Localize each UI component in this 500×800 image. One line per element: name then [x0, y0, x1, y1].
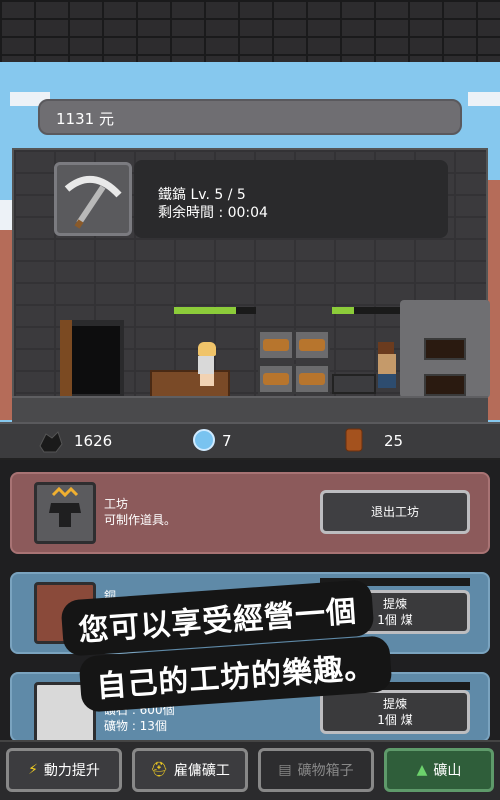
blacksmith[interactable] — [378, 342, 400, 388]
exit-workshop-button[interactable]: 退出工坊 — [320, 490, 470, 534]
ore-crate — [294, 330, 330, 360]
workshop-floor — [12, 396, 488, 422]
brick-ceiling — [0, 0, 500, 62]
pickaxe-icon — [64, 175, 122, 229]
tool-slot[interactable] — [54, 162, 132, 236]
refine-label: 提煉 — [382, 697, 407, 711]
coal-count: 1626 — [74, 432, 113, 450]
smith-progress-fill — [332, 307, 354, 314]
gem-count: 7 — [222, 432, 232, 450]
money-label: 1131 元 — [56, 110, 114, 128]
chest-icon: ▤ — [278, 762, 292, 778]
forge-furnace[interactable] — [400, 300, 490, 398]
refine-cost: 1個 煤 — [377, 613, 413, 627]
forge-fire — [424, 374, 466, 396]
worker-progress-fill — [174, 307, 237, 314]
anvil[interactable] — [332, 374, 376, 394]
girl-worker[interactable] — [198, 342, 220, 388]
mineral-chest-button[interactable]: ▤ 礦物箱子 — [258, 748, 374, 792]
anvil-icon — [34, 482, 96, 544]
boost-button[interactable]: ⚡ 動力提升 — [6, 748, 122, 792]
tool-time: 剩余時間 : 00:04 — [158, 205, 268, 221]
ore-crate — [294, 364, 330, 394]
mine-button[interactable]: ▲ 礦山 — [384, 748, 494, 792]
workshop-title: 工坊 — [104, 497, 129, 511]
gem-icon — [193, 429, 215, 451]
refine-label: 提煉 — [382, 597, 407, 611]
chest-label: 礦物箱子 — [297, 763, 354, 779]
door-frame — [60, 320, 72, 398]
silver-mineral-count: 礦物 : 13個 — [104, 719, 167, 733]
coal-icon — [39, 431, 63, 453]
refine-cost: 1個 煤 — [377, 713, 413, 727]
forge-fire — [424, 338, 466, 360]
hire-label: 雇傭礦工 — [173, 763, 230, 779]
ore-crate — [258, 364, 294, 394]
boost-label: 動力提升 — [43, 763, 100, 779]
mine-label: 礦山 — [433, 763, 462, 779]
cloud — [468, 92, 500, 106]
lightning-icon: ⚡ — [28, 762, 38, 778]
refine-silver-button[interactable]: 提煉 1個 煤 — [320, 690, 470, 734]
mountain-icon: ▲ — [416, 762, 428, 778]
ore-crate — [258, 330, 294, 360]
hire-miner-button[interactable]: ⛑ 雇傭礦工 — [132, 748, 248, 792]
helmet-icon: ⛑ — [150, 762, 168, 778]
wood-count: 25 — [384, 432, 404, 450]
worker-progress-bar — [174, 307, 256, 314]
tool-level: 鐵鎬 Lv. 5 / 5 — [158, 187, 246, 203]
wood-icon — [345, 428, 363, 452]
workshop-desc: 可制作道具。 — [104, 513, 177, 527]
